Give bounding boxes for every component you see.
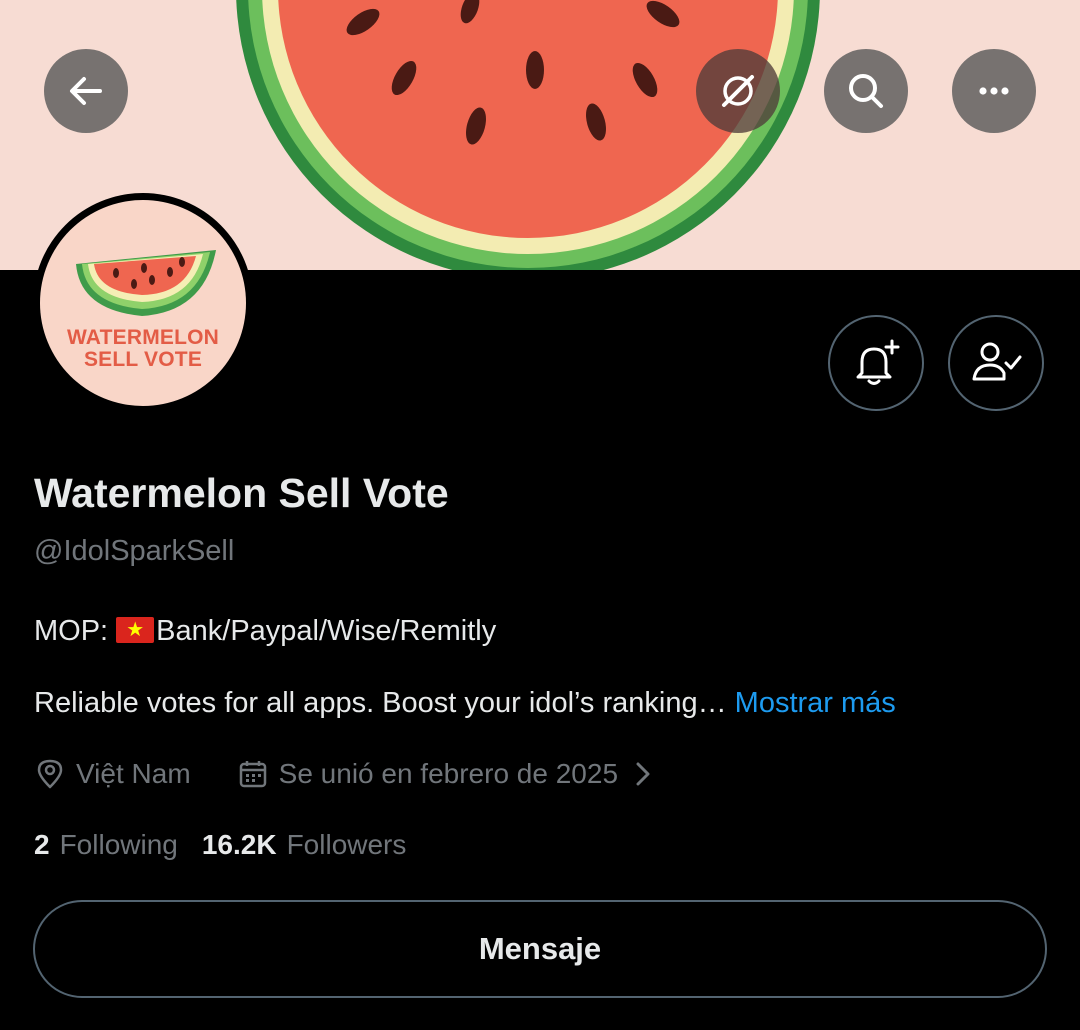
bio-description: Reliable votes for all apps. Boost your … [34, 687, 735, 719]
profile-meta: Việt Nam Se unió en febrero de 2025 [34, 758, 712, 790]
location-text: Việt Nam [76, 758, 191, 789]
notifications-button[interactable] [828, 315, 924, 411]
bio-mop-prefix: MOP: [34, 615, 117, 647]
profile-stats: 2 Following 16.2K Followers [34, 829, 430, 861]
location: Việt Nam [34, 758, 191, 790]
bio-payment-methods: Bank/Paypal/Wise/Remitly [156, 615, 497, 647]
followers-stat[interactable]: 16.2K Followers [202, 829, 407, 861]
location-pin-icon [37, 759, 63, 789]
grok-button[interactable] [696, 49, 780, 133]
avatar-text-line1: WATERMELON [66, 326, 220, 349]
show-more-link[interactable]: Mostrar más [735, 687, 896, 719]
more-horizontal-icon [979, 87, 1009, 95]
search-button[interactable] [824, 49, 908, 133]
watermelon-logo-icon [76, 250, 216, 316]
person-check-icon [972, 342, 1022, 381]
grok-icon [722, 75, 754, 107]
following-stat[interactable]: 2 Following [34, 829, 178, 861]
following-button[interactable] [948, 315, 1044, 411]
followers-count: 16.2K [201, 829, 277, 860]
calendar-icon [239, 761, 266, 788]
avatar-text-line2: SELL VOTE [83, 348, 203, 371]
avatar[interactable]: WATERMELON SELL VOTE [33, 193, 253, 413]
bio-line-2: Reliable votes for all apps. Boost your … [34, 687, 896, 720]
back-button[interactable] [44, 49, 128, 133]
arrow-left-icon [70, 77, 102, 105]
join-date[interactable]: Se unió en febrero de 2025 [237, 758, 666, 790]
display-name: Watermelon Sell Vote [34, 470, 449, 516]
followers-label: Followers [286, 829, 407, 860]
following-count: 2 [34, 829, 50, 860]
search-icon [849, 74, 883, 108]
avatar-image: WATERMELON SELL VOTE [40, 200, 246, 406]
bell-plus-icon [856, 339, 900, 385]
chevron-right-icon [636, 762, 650, 786]
join-date-text: Se unió en febrero de 2025 [278, 758, 619, 789]
bio-line-1: MOP: ★ Bank/Paypal/Wise/Remitly [34, 615, 496, 648]
more-options-button[interactable] [952, 49, 1036, 133]
message-button[interactable]: Mensaje [33, 900, 1047, 998]
vietnam-flag-icon: ★ [116, 617, 155, 643]
avatar-text: WATERMELON SELL VOTE [40, 327, 246, 371]
following-label: Following [59, 829, 178, 860]
user-handle: @IdolSparkSell [34, 535, 235, 567]
